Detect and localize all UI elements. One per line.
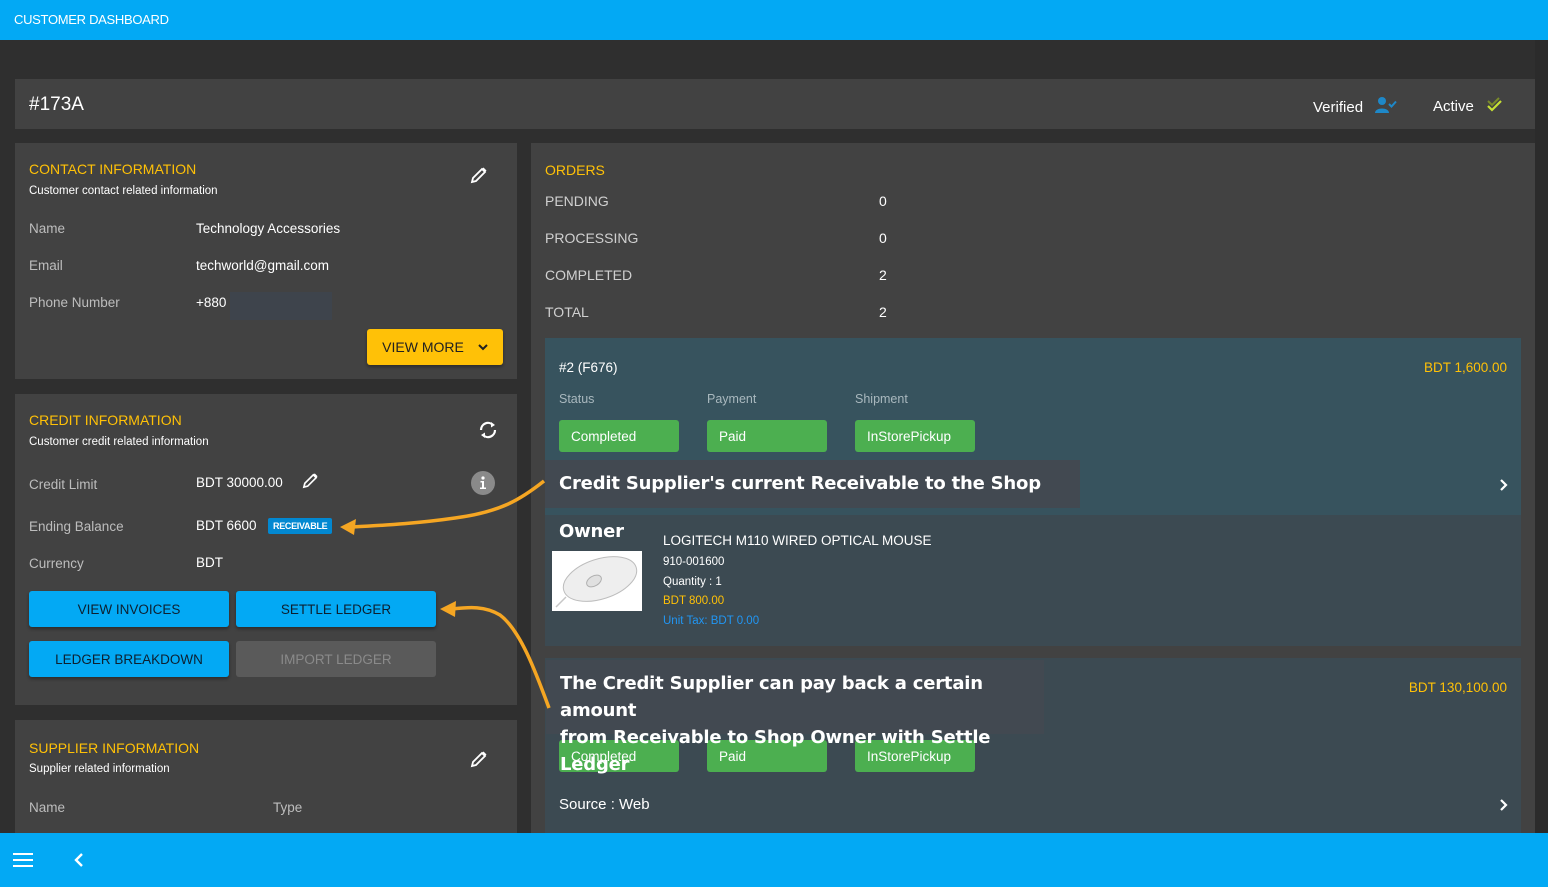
- status-pill: Completed: [559, 420, 679, 452]
- user-check-icon: [1363, 96, 1397, 118]
- phone-label: Phone Number: [29, 295, 120, 310]
- pencil-icon: [470, 751, 487, 768]
- hamburger-menu-icon: [13, 853, 33, 867]
- scrollbar-track[interactable]: [1535, 40, 1548, 833]
- credit-limit-value: BDT 30000.00: [196, 475, 283, 490]
- order-source: Source : Web: [559, 796, 650, 813]
- supplier-name-header: Name: [29, 800, 66, 815]
- order-total: BDT 130,100.00: [1408, 680, 1507, 695]
- edit-supplier-button[interactable]: [467, 747, 491, 771]
- back-button[interactable]: [68, 849, 90, 871]
- contact-information-card: CONTACT INFORMATION Customer contact rel…: [15, 143, 517, 379]
- email-value: techworld@gmail.com: [196, 258, 329, 273]
- credit-limit-label: Credit Limit: [29, 477, 98, 492]
- product-unit-tax: Unit Tax: BDT 0.00: [663, 615, 760, 627]
- processing-label: PROCESSING: [545, 230, 639, 246]
- receivable-badge: RECEIVABLE: [268, 518, 333, 534]
- verified-status: Verified: [1313, 96, 1397, 118]
- import-ledger-button: IMPORT LEDGER: [236, 641, 436, 677]
- verified-label: Verified: [1313, 98, 1364, 116]
- supplier-information-card: SUPPLIER INFORMATION Supplier related in…: [15, 720, 517, 840]
- product-image: [552, 551, 642, 611]
- total-value: 2: [879, 304, 887, 320]
- supplier-type-header: Type: [273, 800, 303, 815]
- completed-value: 2: [879, 267, 887, 283]
- ledger-breakdown-button[interactable]: LEDGER BREAKDOWN: [29, 641, 229, 677]
- total-label: TOTAL: [545, 304, 589, 320]
- order-total: BDT 1,600.00: [1423, 360, 1507, 375]
- payment-label: Payment: [707, 392, 757, 406]
- info-icon: [480, 476, 486, 489]
- phone-value: +880: [196, 295, 227, 310]
- settle-ledger-annotation: The Credit Supplier can pay back a certa…: [546, 660, 1044, 775]
- order-line-item: LOGITECH M110 WIRED OPTICAL MOUSE 910-00…: [545, 515, 1521, 646]
- active-label: Active: [1433, 97, 1474, 115]
- view-more-label: VIEW MORE: [382, 339, 464, 355]
- chevron-down-icon: [478, 344, 488, 351]
- card-subtitle: Supplier related information: [29, 763, 170, 775]
- pencil-icon: [470, 167, 487, 184]
- credit-info-button[interactable]: [471, 471, 495, 495]
- top-app-bar: CUSTOMER DASHBOARD: [0, 0, 1548, 40]
- double-check-icon: [1474, 96, 1504, 116]
- edit-contact-button[interactable]: [467, 163, 491, 187]
- name-label: Name: [29, 221, 66, 236]
- ending-balance-value: BDT 6600: [196, 518, 257, 533]
- pending-value: 0: [879, 193, 887, 209]
- status-label: Status: [559, 392, 595, 406]
- name-value: Technology Accessories: [196, 221, 341, 236]
- pencil-icon: [302, 472, 318, 488]
- redacted-phone-digits: [230, 292, 332, 320]
- card-title: ORDERS: [545, 162, 605, 178]
- active-status: Active: [1433, 96, 1504, 116]
- email-label: Email: [29, 258, 63, 273]
- card-subtitle: Customer contact related information: [29, 185, 218, 197]
- view-invoices-button[interactable]: VIEW INVOICES: [29, 591, 229, 627]
- credit-information-card: CREDIT INFORMATION Customer credit relat…: [15, 394, 517, 705]
- menu-button[interactable]: [10, 849, 36, 871]
- receivable-annotation: Credit Supplier's current Receivable to …: [545, 460, 1080, 542]
- card-title: SUPPLIER INFORMATION: [29, 740, 200, 756]
- card-subtitle: Customer credit related information: [29, 436, 209, 448]
- refresh-credit-button[interactable]: [476, 418, 500, 442]
- bottom-nav-bar: [0, 833, 1548, 887]
- product-quantity: Quantity : 1: [663, 576, 722, 588]
- processing-value: 0: [879, 230, 887, 246]
- edit-credit-limit-button[interactable]: [300, 470, 320, 490]
- chevron-right-icon[interactable]: [1499, 478, 1509, 497]
- sync-icon: [479, 421, 497, 439]
- annotation-line: from Receivable to Shop Owner with Settl…: [560, 727, 991, 775]
- annotation-line: The Credit Supplier can pay back a certa…: [560, 673, 983, 721]
- product-sku: 910-001600: [663, 556, 725, 568]
- customer-id: #173A: [29, 94, 84, 115]
- card-title: CREDIT INFORMATION: [29, 412, 182, 428]
- order-id: #2 (F676): [559, 360, 618, 375]
- app-title: CUSTOMER DASHBOARD: [14, 12, 169, 27]
- pending-label: PENDING: [545, 193, 609, 209]
- payment-pill: Paid: [707, 420, 827, 452]
- currency-value: BDT: [196, 555, 223, 570]
- customer-header: #173A Verified Active: [15, 79, 1535, 129]
- product-price: BDT 800.00: [663, 595, 725, 607]
- shipment-label: Shipment: [855, 392, 908, 406]
- completed-label: COMPLETED: [545, 267, 633, 283]
- product-name: LOGITECH M110 WIRED OPTICAL MOUSE: [663, 533, 932, 548]
- currency-label: Currency: [29, 556, 84, 571]
- shipment-pill: InStorePickup: [855, 420, 975, 452]
- settle-ledger-button[interactable]: SETTLE LEDGER: [236, 591, 436, 627]
- ending-balance-label: Ending Balance: [29, 519, 124, 534]
- chevron-left-icon: [74, 853, 83, 867]
- chevron-right-icon[interactable]: [1499, 798, 1509, 817]
- card-title: CONTACT INFORMATION: [29, 161, 197, 177]
- view-more-button[interactable]: VIEW MORE: [367, 329, 503, 365]
